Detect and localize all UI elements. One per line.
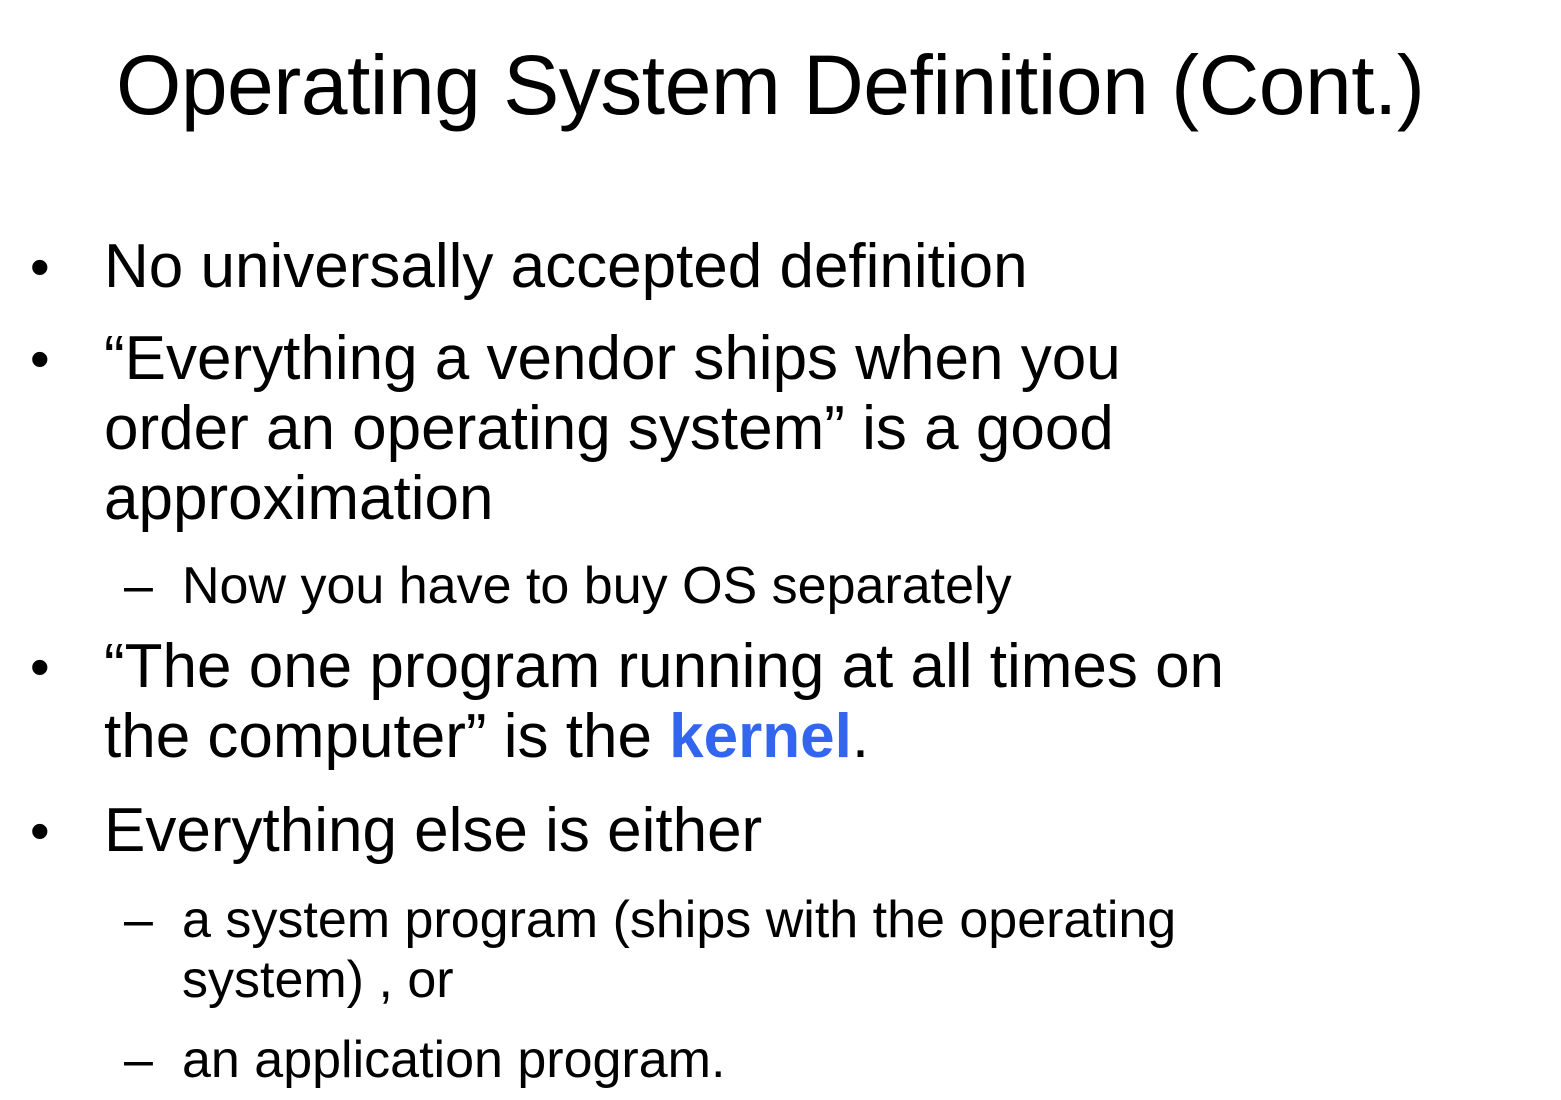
bullet-dot-icon: • (30, 635, 50, 698)
bullet-item-kernel: • “The one program running at all times … (0, 632, 1264, 772)
bullet-item-no-definition: • No universally accepted definition (0, 232, 1264, 302)
bullet-item-vendor-ships: • “Everything a vendor ships when you or… (0, 324, 1264, 534)
bullet-dot-icon: • (30, 327, 50, 390)
bullet-text: Everything else is either (104, 796, 763, 865)
close-quote: ” (465, 702, 487, 771)
sub-item-buy-separately: – Now you have to buy OS separately (0, 556, 1342, 616)
bullet-tail: . (851, 702, 870, 771)
dash-icon: – (124, 891, 153, 949)
dash-icon: – (124, 1031, 153, 1089)
bullet-dot-icon: • (30, 799, 50, 862)
kernel-highlight: kernel (669, 702, 852, 771)
slide-title: Operating System Definition (Cont.) (116, 38, 1425, 132)
dash-icon: – (124, 557, 153, 615)
bullet-dot-icon: • (30, 235, 50, 298)
open-quote: “ (104, 324, 125, 393)
sub-item-text: a system program (ships with the operati… (182, 891, 1177, 1009)
sub-item-system-program: – a system program (ships with the opera… (0, 890, 1342, 1010)
open-quote: “ (104, 632, 125, 701)
bullet-text: No universally accepted definition (104, 232, 1028, 301)
close-quote: ” (824, 394, 845, 463)
sub-item-application-program: – an application program. (0, 1030, 1342, 1090)
sub-item-text: Now you have to buy OS separately (182, 557, 1012, 615)
sub-item-text: an application program. (182, 1031, 726, 1089)
bullet-item-everything-else: • Everything else is either (0, 796, 1264, 866)
bullet-list: • No universally accepted definition • “… (0, 232, 1561, 1090)
bullet-text: is the (486, 702, 670, 771)
